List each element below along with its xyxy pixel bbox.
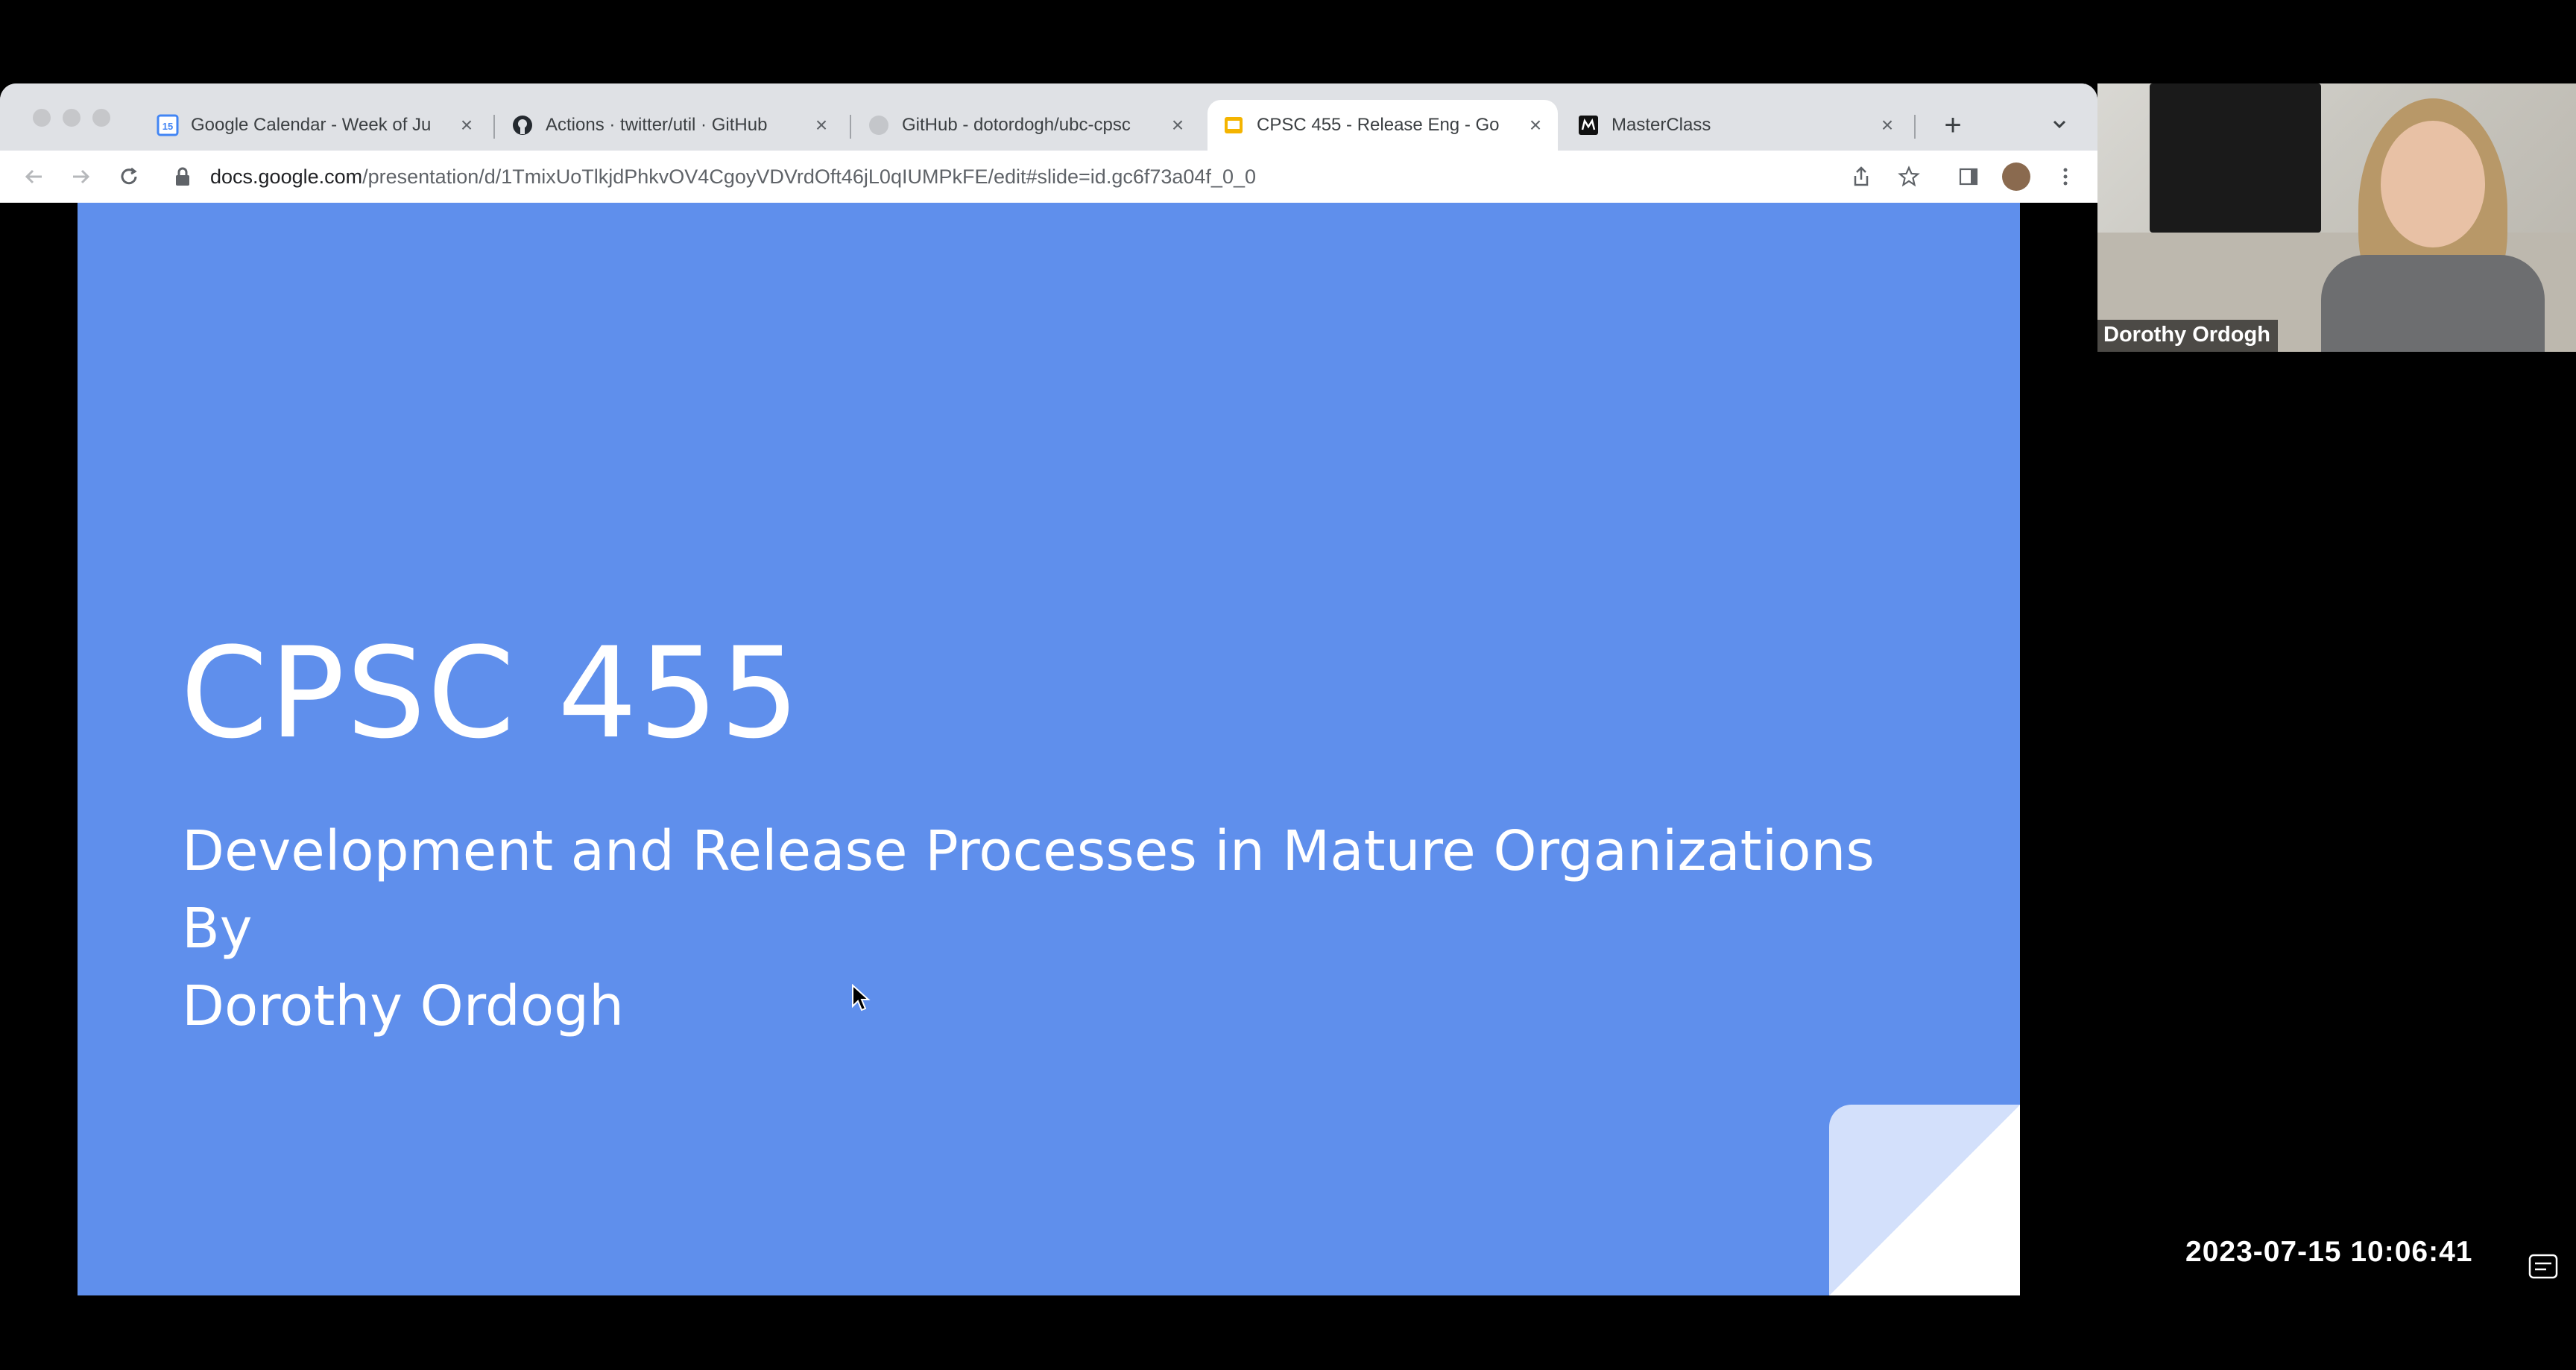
participant-video[interactable]: Dorothy Ordogh bbox=[2097, 83, 2576, 352]
share-icon[interactable] bbox=[1847, 162, 1875, 191]
tab-title: MasterClass bbox=[1611, 115, 1711, 135]
slide-author: Dorothy Ordogh bbox=[182, 974, 625, 1038]
tab-close-icon[interactable]: × bbox=[1525, 113, 1546, 137]
tab-search-chevron-icon[interactable] bbox=[2048, 113, 2071, 136]
more-menu-icon[interactable] bbox=[2051, 162, 2080, 191]
slides-icon bbox=[1222, 114, 1245, 136]
reload-icon[interactable] bbox=[113, 161, 145, 192]
tab-github-actions[interactable]: Actions · twitter/util · GitHub × bbox=[496, 100, 844, 151]
back-arrow-icon[interactable] bbox=[18, 161, 49, 192]
background-tv bbox=[2150, 83, 2321, 233]
slide-subtitle-line: By bbox=[182, 897, 253, 961]
profile-avatar[interactable] bbox=[2002, 162, 2030, 191]
tab-title: Actions · twitter/util · GitHub bbox=[546, 115, 768, 135]
url-host: docs.google.com bbox=[210, 165, 363, 188]
close-window-button[interactable] bbox=[33, 109, 51, 127]
tab-separator bbox=[850, 115, 851, 139]
url-path: /presentation/d/1TmixUoTlkjdPhkvOV4CgoyV… bbox=[362, 165, 1257, 188]
tab-title: Google Calendar - Week of Ju bbox=[191, 115, 432, 135]
mouse-cursor-icon bbox=[852, 984, 871, 1011]
new-tab-plus-icon[interactable]: + bbox=[1932, 104, 1974, 146]
github-icon bbox=[511, 114, 534, 136]
side-panel-icon[interactable] bbox=[1954, 162, 1983, 191]
tab-google-calendar[interactable]: 15 Google Calendar - Week of Ju × bbox=[142, 100, 489, 151]
tab-title: GitHub - dotordogh/ubc-cpsc bbox=[902, 115, 1131, 135]
recording-timestamp: 2023-07-15 10:06:41 bbox=[2185, 1236, 2473, 1268]
svg-text:15: 15 bbox=[162, 121, 173, 132]
tab-close-icon[interactable]: × bbox=[811, 113, 832, 137]
github-icon bbox=[868, 114, 890, 136]
calendar-icon: 15 bbox=[157, 114, 179, 136]
tab-separator bbox=[493, 115, 495, 139]
tab-close-icon[interactable]: × bbox=[456, 113, 477, 137]
presentation-slide: CPSC 455 Development and Release Process… bbox=[78, 203, 2020, 1295]
slide-subtitle: Development and Release Processes in Mat… bbox=[182, 812, 1875, 1045]
slide-subtitle-line: Development and Release Processes in Mat… bbox=[182, 819, 1875, 883]
tab-separator bbox=[1914, 115, 1916, 139]
browser-window: 15 Google Calendar - Week of Ju × Action… bbox=[0, 83, 2097, 203]
participant-name: Dorothy Ordogh bbox=[2097, 320, 2278, 352]
slide-title: CPSC 455 bbox=[180, 620, 801, 766]
tab-github-repo[interactable]: GitHub - dotordogh/ubc-cpsc × bbox=[853, 100, 1200, 151]
masterclass-icon bbox=[1577, 114, 1600, 136]
tab-strip: 15 Google Calendar - Week of Ju × Action… bbox=[0, 83, 2097, 151]
captions-icon[interactable] bbox=[2528, 1254, 2558, 1279]
tab-close-icon[interactable]: × bbox=[1877, 113, 1898, 137]
tab-google-slides[interactable]: CPSC 455 - Release Eng - Go × bbox=[1208, 100, 1558, 151]
tab-masterclass[interactable]: MasterClass × bbox=[1562, 100, 1910, 151]
lock-icon bbox=[171, 165, 194, 188]
bookmark-star-icon[interactable] bbox=[1895, 162, 1923, 191]
tab-title: CPSC 455 - Release Eng - Go bbox=[1257, 115, 1500, 135]
minimize-window-button[interactable] bbox=[63, 109, 80, 127]
participant-face bbox=[2381, 121, 2485, 247]
browser-toolbar: docs.google.com/presentation/d/1TmixUoTl… bbox=[0, 151, 2097, 203]
participant-body bbox=[2321, 255, 2545, 352]
tab-close-icon[interactable]: × bbox=[1167, 113, 1188, 137]
address-bar[interactable]: docs.google.com/presentation/d/1TmixUoTl… bbox=[171, 157, 1804, 196]
forward-arrow-icon[interactable] bbox=[66, 161, 97, 192]
maximize-window-button[interactable] bbox=[92, 109, 110, 127]
slide-corner-decoration bbox=[1829, 1105, 2020, 1295]
